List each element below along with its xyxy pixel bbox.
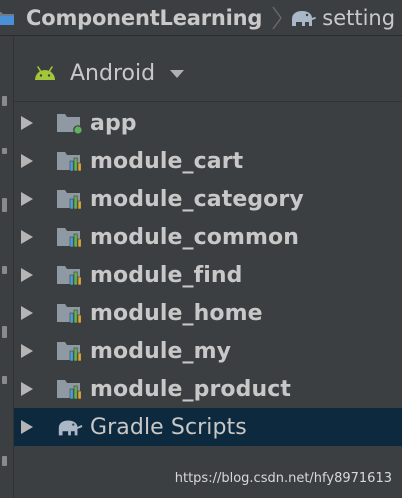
tool-window-tab-mark[interactable]	[2, 148, 7, 154]
tool-window-tab-mark[interactable]	[2, 326, 7, 338]
view-mode-label: Android	[70, 60, 156, 86]
tree-node-label: Gradle Scripts	[90, 414, 247, 440]
tree-node[interactable]: module_my	[14, 332, 402, 370]
expand-arrow-icon[interactable]	[20, 191, 34, 207]
tree-node-label: module_product	[90, 376, 291, 402]
expand-arrow-icon[interactable]	[20, 153, 34, 169]
library-module-icon	[56, 187, 84, 211]
tool-window-tab-mark[interactable]	[2, 456, 7, 466]
tree-node[interactable]: module_home	[14, 294, 402, 332]
project-panel: Android app module_cart module_categorymod…	[14, 36, 402, 498]
expand-arrow-icon[interactable]	[20, 419, 34, 435]
expand-arrow-icon[interactable]	[20, 115, 34, 131]
expand-arrow-icon[interactable]	[20, 343, 34, 359]
tree-node[interactable]: module_common	[14, 218, 402, 256]
tree-node-label: module_category	[90, 186, 304, 212]
android-icon	[35, 66, 55, 80]
gradle-elephant-icon	[56, 415, 84, 439]
library-module-icon	[56, 377, 84, 401]
breadcrumb-separator-icon	[272, 6, 283, 29]
navigation-bar: ComponentLearning setting	[0, 0, 402, 36]
expand-arrow-icon[interactable]	[20, 305, 34, 321]
tree-node[interactable]: module_category	[14, 180, 402, 218]
library-module-icon	[56, 301, 84, 325]
tool-window-tab-mark[interactable]	[2, 198, 7, 212]
watermark-text: https://blog.csdn.net/hfy8971613	[174, 471, 392, 486]
library-module-icon	[56, 225, 84, 249]
tree-node[interactable]: module_product	[14, 370, 402, 408]
tool-window-tab-mark[interactable]	[2, 266, 7, 274]
tree-node-label: module_cart	[90, 148, 244, 174]
tree-node-label: module_find	[90, 262, 243, 288]
library-module-icon	[56, 263, 84, 287]
tree-node-label: app	[90, 110, 137, 136]
project-tree: app module_cart module_category module_comm…	[14, 104, 402, 446]
tree-node-label: module_home	[90, 300, 263, 326]
left-tool-strip	[0, 36, 14, 498]
library-module-icon	[56, 149, 84, 173]
expand-arrow-icon[interactable]	[20, 267, 34, 283]
panel-divider	[14, 101, 402, 102]
tree-node-label: module_my	[90, 338, 232, 364]
expand-arrow-icon[interactable]	[20, 381, 34, 397]
tool-window-tab-mark[interactable]	[2, 376, 7, 384]
chevron-down-icon[interactable]	[169, 69, 185, 79]
expand-arrow-icon[interactable]	[20, 229, 34, 245]
tool-window-tab-mark[interactable]	[2, 96, 7, 106]
tree-node[interactable]: Gradle Scripts	[14, 408, 402, 446]
tree-node[interactable]: app	[14, 104, 402, 142]
project-view-selector[interactable]: Android	[32, 58, 185, 88]
tree-node[interactable]: module_cart	[14, 142, 402, 180]
app-module-icon	[56, 111, 84, 135]
breadcrumb-project[interactable]: ComponentLearning	[26, 6, 262, 30]
project-folder-icon[interactable]	[0, 7, 16, 29]
tree-node[interactable]: module_find	[14, 256, 402, 294]
library-module-icon	[56, 339, 84, 363]
gradle-elephant-icon	[292, 10, 316, 26]
breadcrumb-file[interactable]: setting	[322, 6, 395, 30]
tree-node-label: module_common	[90, 224, 299, 250]
